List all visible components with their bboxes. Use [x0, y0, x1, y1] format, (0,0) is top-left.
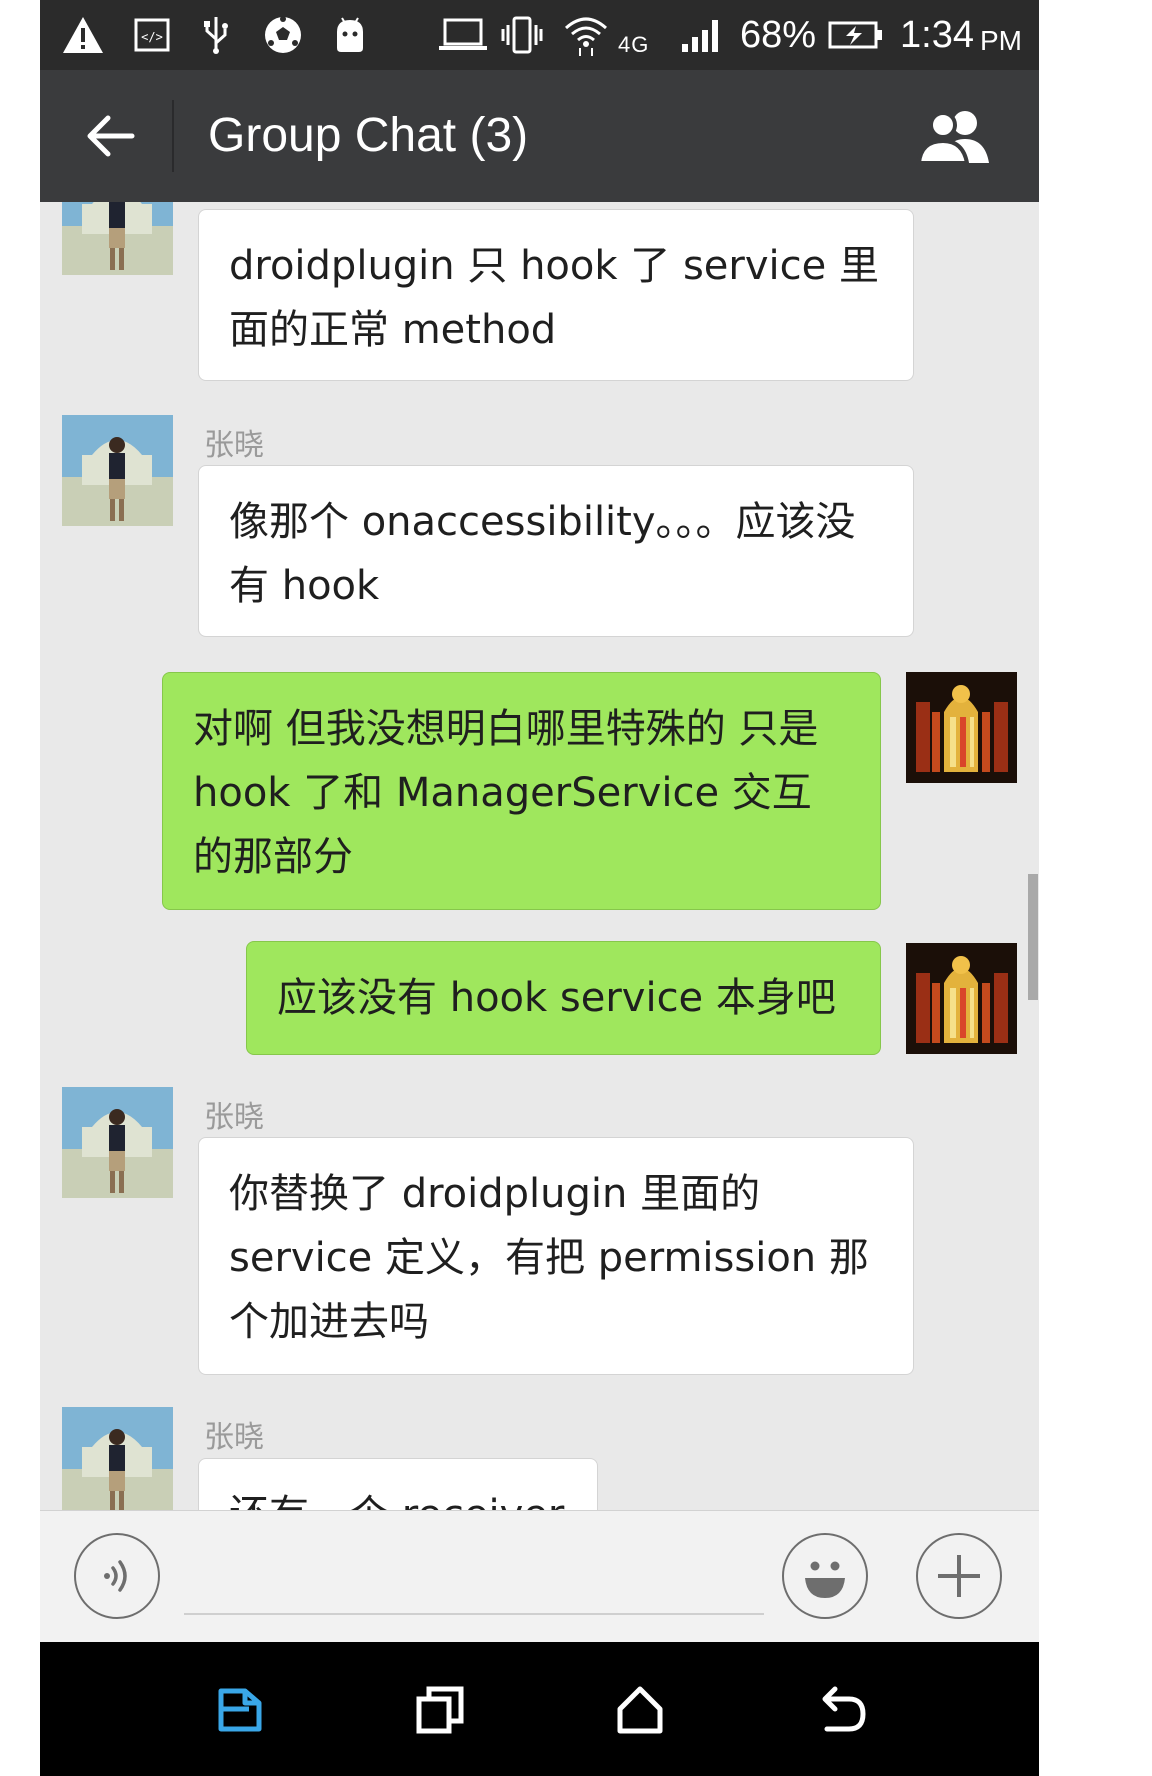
- message-text: droidplugin 只 hook 了 service 里面的正常 metho…: [229, 243, 879, 353]
- message-bubble-incoming[interactable]: 还有一个 receiver: [198, 1458, 598, 1510]
- voice-button[interactable]: [74, 1533, 160, 1619]
- message-bubble-incoming[interactable]: 像那个 onaccessibility。。。应该没有 hook: [198, 465, 914, 637]
- home-button[interactable]: [600, 1672, 680, 1748]
- usb-icon: [198, 14, 234, 56]
- soccer-ball-icon: [262, 14, 304, 56]
- avatar[interactable]: [62, 202, 173, 275]
- code-icon: </>: [132, 14, 172, 56]
- clock-time: 1:34: [900, 14, 974, 56]
- my-avatar[interactable]: [906, 943, 1017, 1054]
- message-text: 你替换了 droidplugin 里面的 service 定义，有把 permi…: [229, 1171, 869, 1345]
- clock-ampm: PM: [980, 25, 1022, 56]
- plus-icon: [938, 1555, 980, 1597]
- battery-charging-icon: [828, 14, 884, 56]
- network-type-label: 4G: [618, 32, 650, 57]
- emoji-button[interactable]: [782, 1533, 868, 1619]
- group-members-icon: [916, 111, 989, 165]
- android-icon: [332, 14, 368, 56]
- message-bubble-incoming[interactable]: 你替换了 droidplugin 里面的 service 定义，有把 permi…: [198, 1137, 914, 1375]
- avatar[interactable]: [62, 415, 173, 526]
- recent-apps-icon: [416, 1686, 464, 1734]
- voice-icon: [104, 1560, 127, 1592]
- vibrate-icon: [500, 14, 544, 56]
- emoji-icon: [805, 1561, 845, 1598]
- sender-name: 张晓: [204, 428, 264, 463]
- laptop-icon: [438, 14, 488, 56]
- my-avatar[interactable]: [906, 672, 1017, 783]
- status-bar: </> 4G 68% 1:34 PM: [40, 0, 1039, 70]
- back-arrow-icon: [87, 115, 135, 157]
- sender-name: 张晓: [204, 1100, 264, 1135]
- message-bubble-outgoing[interactable]: 应该没有 hook service 本身吧: [246, 941, 881, 1055]
- group-members-button[interactable]: [912, 102, 998, 170]
- header-divider: [172, 100, 174, 172]
- wifi-icon: [562, 14, 610, 56]
- system-nav-bar: [40, 1642, 1039, 1776]
- input-bar: [40, 1510, 1039, 1643]
- message-text: 对啊 但我没想明白哪里特殊的 只是 hook 了和 ManagerService…: [193, 706, 819, 880]
- avatar[interactable]: [62, 1407, 173, 1510]
- warning-icon: [60, 14, 106, 56]
- back-icon: [822, 1686, 866, 1732]
- battery-percent: 68%: [740, 14, 817, 56]
- more-options-button[interactable]: [916, 1533, 1002, 1619]
- message-text: 应该没有 hook service 本身吧: [277, 975, 836, 1021]
- scrollbar-thumb[interactable]: [1028, 874, 1038, 1000]
- message-input[interactable]: [184, 1541, 764, 1615]
- sender-name: 张晓: [204, 1420, 264, 1455]
- chat-title: Group Chat (3): [208, 109, 529, 162]
- chat-header: Group Chat (3): [40, 70, 1039, 202]
- message-bubble-outgoing[interactable]: 对啊 但我没想明白哪里特殊的 只是 hook 了和 ManagerService…: [162, 672, 881, 910]
- avatar[interactable]: [62, 1087, 173, 1198]
- message-text: 像那个 onaccessibility。。。应该没有 hook: [229, 499, 856, 609]
- recent-apps-button[interactable]: [400, 1672, 480, 1748]
- message-list[interactable]: droidplugin 只 hook 了 service 里面的正常 metho…: [40, 202, 1039, 1510]
- home-icon: [617, 1686, 663, 1734]
- back-nav-button[interactable]: [802, 1672, 882, 1748]
- app-switch-icon: [218, 1688, 262, 1732]
- app-switch-button[interactable]: [200, 1672, 280, 1748]
- chat-screen: </> 4G 68% 1:34 PM Group Chat (3) droidp…: [40, 0, 1039, 1776]
- signal-icon: [680, 14, 724, 56]
- back-button[interactable]: [72, 100, 148, 172]
- svg-text:</>: </>: [141, 30, 163, 44]
- message-text: 还有一个 receiver: [229, 1492, 564, 1510]
- message-bubble-incoming[interactable]: droidplugin 只 hook 了 service 里面的正常 metho…: [198, 209, 914, 381]
